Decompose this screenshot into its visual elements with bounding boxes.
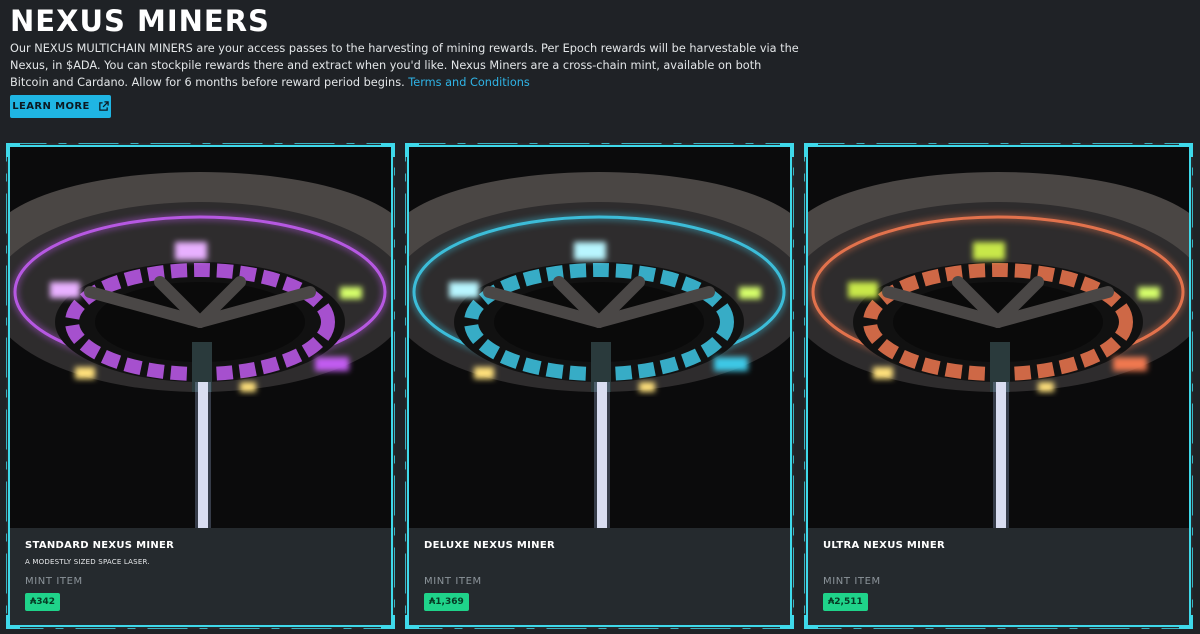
price-badge[interactable]: ₳1,369 <box>424 593 469 611</box>
description-text: Our NEXUS MULTICHAIN MINERS are your acc… <box>10 42 799 89</box>
learn-more-label: LEARN MORE <box>12 101 90 112</box>
card-title: Ultra Nexus Miner <box>823 540 945 551</box>
product-card-deluxe[interactable]: Deluxe Nexus Miner MINT ITEM ₳1,369 <box>405 143 794 629</box>
page-title: NEXUS MINERS <box>10 4 270 38</box>
card-subtitle: A modestly sized space laser. <box>25 558 150 566</box>
learn-more-button[interactable]: LEARN MORE <box>10 95 111 118</box>
mint-item-label: MINT ITEM <box>823 576 881 587</box>
miner-illustration <box>409 147 790 528</box>
miner-artwork <box>808 147 1189 528</box>
terms-link[interactable]: Terms and Conditions <box>408 76 530 89</box>
card-info: Standard Nexus Miner A modestly sized sp… <box>10 528 391 625</box>
page-description: Our NEXUS MULTICHAIN MINERS are your acc… <box>10 40 800 91</box>
miner-artwork <box>409 147 790 528</box>
product-card-standard[interactable]: Standard Nexus Miner A modestly sized sp… <box>6 143 395 629</box>
miner-illustration <box>808 147 1189 528</box>
miner-illustration <box>10 147 391 528</box>
product-card-ultra[interactable]: Ultra Nexus Miner MINT ITEM ₳2,511 <box>804 143 1193 629</box>
card-info: Deluxe Nexus Miner MINT ITEM ₳1,369 <box>409 528 790 625</box>
mint-item-label: MINT ITEM <box>25 576 83 587</box>
card-info: Ultra Nexus Miner MINT ITEM ₳2,511 <box>808 528 1189 625</box>
external-link-icon <box>98 101 109 111</box>
card-title: Deluxe Nexus Miner <box>424 540 555 551</box>
card-title: Standard Nexus Miner <box>25 540 175 551</box>
price-badge[interactable]: ₳2,511 <box>823 593 868 611</box>
price-badge[interactable]: ₳342 <box>25 593 61 611</box>
miner-artwork <box>10 147 391 528</box>
mint-item-label: MINT ITEM <box>424 576 482 587</box>
